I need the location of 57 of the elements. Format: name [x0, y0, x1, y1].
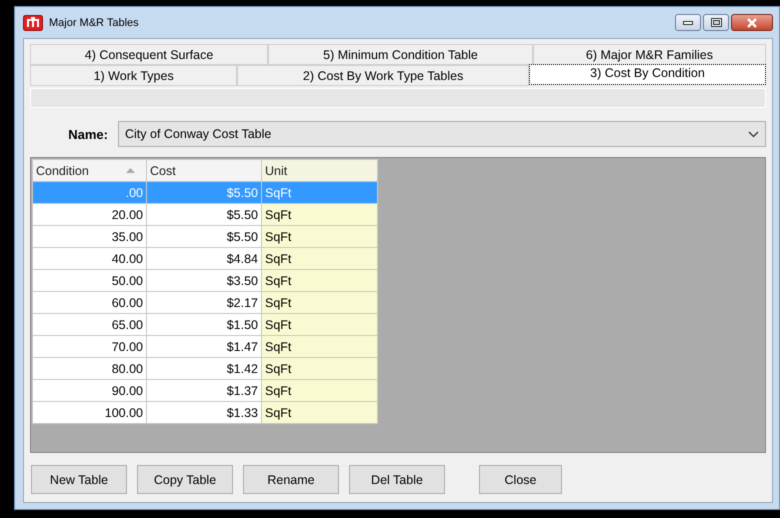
- table-cell: SqFt: [262, 204, 378, 226]
- table-cell: $1.47: [146, 336, 262, 358]
- table-cell: 50.00: [32, 270, 146, 292]
- chevron-down-icon: [748, 130, 759, 138]
- action-button[interactable]: Del Table: [349, 465, 445, 494]
- table-cell: $5.50: [146, 204, 262, 226]
- tab[interactable]: 3) Cost By Condition: [528, 64, 766, 85]
- tab[interactable]: 1) Work Types: [30, 65, 238, 86]
- table-cell: 60.00: [32, 292, 146, 314]
- minimize-icon: [683, 20, 693, 24]
- minimize-button[interactable]: [675, 14, 701, 31]
- tab[interactable]: 5) Minimum Condition Table: [268, 44, 533, 65]
- table-cell: 80.00: [32, 358, 146, 380]
- table-cell: $4.84: [146, 248, 262, 270]
- maximize-icon: [710, 18, 722, 27]
- close-icon: [746, 18, 758, 28]
- table-cell: SqFt: [262, 358, 378, 380]
- close-button[interactable]: [731, 14, 773, 31]
- table-cell: 65.00: [32, 314, 146, 336]
- table-cell: $1.42: [146, 358, 262, 380]
- table-cell: $2.17: [146, 292, 262, 314]
- table-cell: SqFt: [262, 402, 378, 424]
- window-title: Major M&R Tables: [49, 16, 140, 28]
- table-cell: $1.37: [146, 380, 262, 402]
- action-button[interactable]: Copy Table: [137, 465, 233, 494]
- table-cell: SqFt: [262, 292, 378, 314]
- table-cell: .00: [32, 182, 146, 204]
- table-cell: $1.33: [146, 402, 262, 424]
- action-button[interactable]: Close: [479, 465, 562, 494]
- table-cell: SqFt: [262, 270, 378, 292]
- table-cell: SqFt: [262, 380, 378, 402]
- table-cell: SqFt: [262, 314, 378, 336]
- table-cell: $1.50: [146, 314, 262, 336]
- table-cell: SqFt: [262, 336, 378, 358]
- action-button[interactable]: New Table: [31, 465, 127, 494]
- app-icon: [23, 14, 43, 30]
- table-cell: SqFt: [262, 226, 378, 248]
- table-cell: 35.00: [32, 226, 146, 248]
- table-cell: $5.50: [146, 226, 262, 248]
- table-cell: 20.00: [32, 204, 146, 226]
- action-button[interactable]: Rename: [243, 465, 339, 494]
- table-cell: $5.50: [146, 182, 262, 204]
- column-header[interactable]: Cost: [146, 160, 262, 182]
- table-cell: SqFt: [262, 248, 378, 270]
- table-cell: 40.00: [32, 248, 146, 270]
- name-label: Name:: [67, 126, 108, 142]
- table-cell: $3.50: [146, 270, 262, 292]
- column-header[interactable]: Unit: [262, 160, 378, 182]
- table-cell: 70.00: [32, 336, 146, 358]
- table-cell: 90.00: [32, 380, 146, 402]
- table-cell: SqFt: [262, 182, 378, 204]
- tab[interactable]: 4) Consequent Surface: [30, 44, 268, 65]
- tab[interactable]: 6) Major M&R Families: [532, 44, 766, 65]
- table-cell: 100.00: [32, 402, 146, 424]
- maximize-button[interactable]: [703, 14, 729, 31]
- name-dropdown[interactable]: City of Conway Cost Table: [118, 121, 766, 147]
- tab[interactable]: 2) Cost By Work Type Tables: [237, 65, 529, 86]
